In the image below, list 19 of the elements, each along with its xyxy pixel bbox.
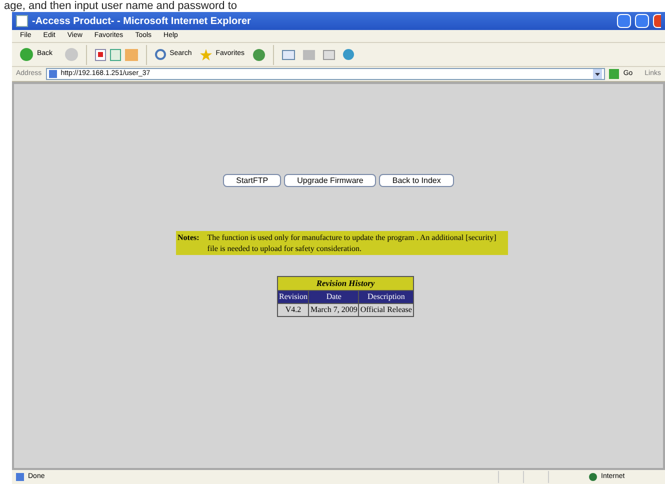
close-button[interactable]	[653, 14, 661, 28]
table-cell: Official Release	[358, 303, 414, 316]
table-cell: V4.2	[278, 303, 309, 316]
form-button[interactable]: Upgrade Firmware	[284, 174, 376, 187]
caption-text: age, and then input user name and password to	[3, 1, 237, 12]
table-cell: March 7, 2009	[308, 303, 359, 316]
form-button[interactable]: Back to Index	[379, 174, 454, 187]
dropdown-icon[interactable]	[593, 69, 602, 79]
minimize-button[interactable]	[617, 14, 631, 28]
column-header: Revision	[278, 290, 309, 304]
form-button[interactable]: StartFTP	[223, 174, 282, 187]
column-header: Description	[358, 290, 414, 304]
column-header: Date	[308, 290, 359, 304]
window-title: -Access Product- - Microsoft Internet Explorer	[32, 14, 252, 28]
star-icon[interactable]	[200, 48, 212, 60]
notes-text: The function is used only for manufacture to update the program . An additional [security] file is needed to upload for safety consideration.	[207, 232, 498, 254]
notes-label: Notes:	[178, 232, 200, 244]
maximize-button[interactable]	[635, 14, 649, 28]
table-title: Revision History	[278, 276, 414, 290]
